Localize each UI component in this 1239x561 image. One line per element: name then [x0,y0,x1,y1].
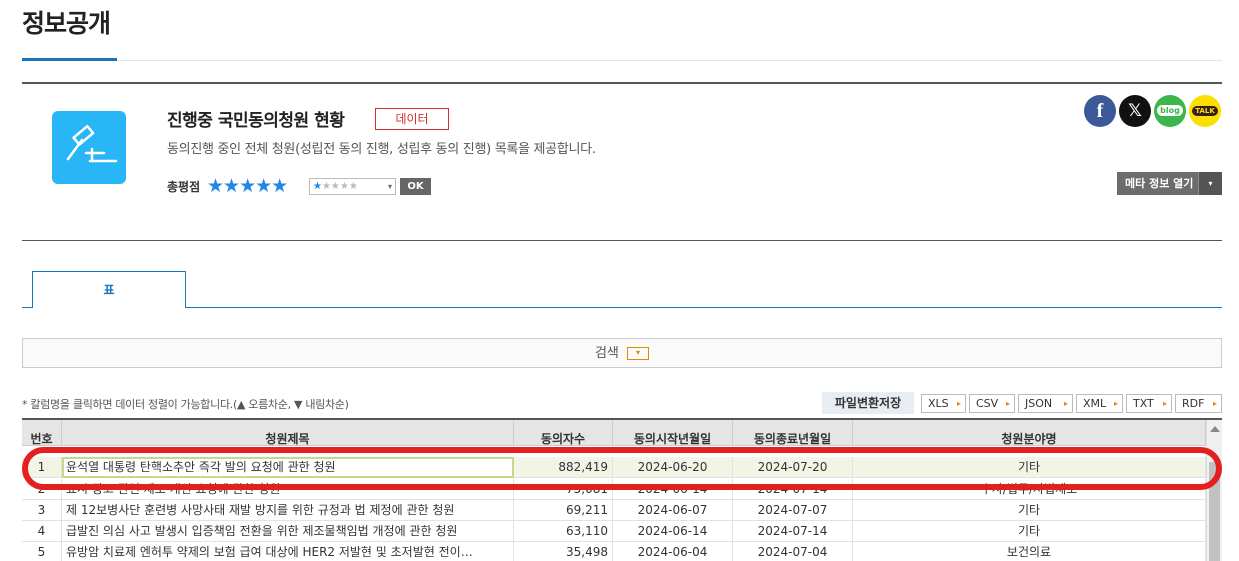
cell-field: 기타 [853,521,1206,542]
column-header-number[interactable]: 번호 [22,420,62,446]
cell-title[interactable]: 윤석열 대통령 탄핵소추안 즉각 발의 요청에 관한 청원 [62,457,514,478]
cell-number: 5 [22,542,62,561]
tab-table[interactable]: 표 [32,271,186,308]
format-button-xls[interactable]: XLS ▸ [921,394,966,413]
cell-end-date: 2024-07-04 [733,542,853,561]
page-title: 정보공개 [22,9,111,38]
facebook-share-button[interactable]: f [1084,95,1116,127]
cell-start-date: 2024-06-14 [613,479,733,500]
format-label: XML [1083,397,1107,410]
rating-stars: ★★★★★ [207,175,288,197]
data-badge: 데이터 [375,108,449,130]
cell-number: 3 [22,500,62,521]
cell-number: 2 [22,479,62,500]
title-divider [117,60,1222,61]
search-toggle-bar[interactable]: 검색 ▾ [22,338,1222,368]
format-button-xml[interactable]: XML ▸ [1076,394,1123,413]
format-button-csv[interactable]: CSV ▸ [969,394,1015,413]
cell-start-date: 2024-06-14 [613,521,733,542]
x-icon: 𝕏 [1128,101,1142,121]
rating-select[interactable]: ★★★★★ ▾ [309,178,396,195]
format-label: JSON [1025,397,1053,410]
cell-field: 수사/법무/사법제도 [853,479,1206,500]
arrow-right-icon: ▸ [1113,399,1118,408]
blog-share-button[interactable]: blog [1154,95,1186,127]
cell-end-date: 2024-07-14 [733,479,853,500]
cell-start-date: 2024-06-04 [613,542,733,561]
card-bottom-border [22,240,1222,241]
dataset-description: 동의진행 중인 전체 청원(성립전 동의 진행, 성립후 동의 진행) 목록을 … [167,142,596,157]
x-share-button[interactable]: 𝕏 [1119,95,1151,127]
cell-end-date: 2024-07-14 [733,521,853,542]
format-label: CSV [976,397,999,410]
file-convert-label: 파일변환저장 [822,392,914,414]
cell-field: 보건의료 [853,542,1206,561]
table-row[interactable]: 2 표시·광고 관련 제도 개선 요청에 관한 청원 75,081 2024-0… [22,479,1206,500]
tab-divider [22,307,1222,308]
cell-count: 63,110 [514,521,613,542]
scroll-up-arrow-icon[interactable] [1210,426,1220,432]
sort-hint: * 칼럼명을 클릭하면 데이터 정렬이 가능합니다.(▲ 오름차순, ▼ 내림차… [22,398,349,411]
meta-info-button[interactable]: 메타 정보 열기 ▾ [1117,172,1222,195]
cell-number: 4 [22,521,62,542]
table-row[interactable]: 1 윤석열 대통령 탄핵소추안 즉각 발의 요청에 관한 청원 882,419 … [22,457,1206,478]
column-header-title[interactable]: 청원제목 [62,420,514,446]
chevron-down-icon[interactable]: ▾ [1198,172,1222,195]
cell-title[interactable]: 표시·광고 관련 제도 개선 요청에 관한 청원 [62,479,514,500]
cell-count: 75,081 [514,479,613,500]
meta-info-label: 메타 정보 열기 [1125,177,1194,190]
cell-title[interactable]: 급발진 의심 사고 발생시 입증책임 전환을 위한 제조물책임법 개정에 관한 … [62,521,514,542]
column-header-start-date[interactable]: 동의시작년월일 [613,420,733,446]
data-grid: 번호 청원제목 동의자수 동의시작년월일 동의종료년월일 청원분야명 1 윤석열… [22,418,1222,561]
column-header-end-date[interactable]: 동의종료년월일 [733,420,853,446]
chevron-down-icon: ▾ [387,182,392,191]
arrow-right-icon: ▸ [1063,399,1068,408]
gavel-icon [66,124,118,163]
cell-count: 882,419 [514,457,613,478]
facebook-icon: f [1096,100,1104,122]
cell-count: 35,498 [514,542,613,561]
rating-ok-button[interactable]: OK [400,178,431,195]
format-label: RDF [1182,397,1205,410]
format-label: XLS [928,397,949,410]
column-header-count[interactable]: 동의자수 [514,420,613,446]
cell-end-date: 2024-07-07 [733,500,853,521]
kakaotalk-share-button[interactable]: TALK [1189,95,1221,127]
column-header-field[interactable]: 청원분야명 [853,420,1206,446]
cell-count: 69,211 [514,500,613,521]
cell-start-date: 2024-06-20 [613,457,733,478]
table-row[interactable]: 5 유방암 치료제 엔허투 약제의 보험 급여 대상에 HER2 저발현 및 초… [22,542,1206,561]
search-label: 검색 [594,346,619,361]
cell-number: 1 [22,457,62,478]
rating-label: 총평점 [167,180,201,194]
blog-icon: blog [1157,105,1183,116]
grid-header: 번호 청원제목 동의자수 동의시작년월일 동의종료년월일 청원분야명 [22,420,1206,446]
cell-title[interactable]: 제 12보병사단 훈련병 사망사태 재발 방지를 위한 규정과 법 제정에 관한… [62,500,514,521]
cell-field: 기타 [853,500,1206,521]
cell-end-date: 2024-07-20 [733,457,853,478]
dataset-title: 진행중 국민동의청원 현황 [167,111,345,131]
cell-title[interactable]: 유방암 치료제 엔허투 약제의 보험 급여 대상에 HER2 저발현 및 초저발… [62,542,514,561]
format-button-rdf[interactable]: RDF ▸ [1175,394,1222,413]
chevron-down-icon[interactable]: ▾ [627,347,650,360]
dataset-logo [52,111,126,184]
format-button-txt[interactable]: TXT ▸ [1126,394,1172,413]
vertical-scrollbar[interactable] [1206,420,1222,561]
card-top-border [22,82,1222,84]
arrow-right-icon: ▸ [1005,399,1010,408]
rating-select-filled-star: ★ [313,181,322,192]
kakaotalk-icon: TALK [1192,106,1218,116]
table-row[interactable]: 3 제 12보병사단 훈련병 사망사태 재발 방지를 위한 규정과 법 제정에 … [22,500,1206,521]
title-underline [22,58,117,61]
table-row[interactable]: 4 급발진 의심 사고 발생시 입증책임 전환을 위한 제조물책임법 개정에 관… [22,521,1206,542]
rating-select-empty-stars: ★★★★ [321,181,358,192]
arrow-right-icon: ▸ [1162,399,1167,408]
cell-start-date: 2024-06-07 [613,500,733,521]
scrollbar-thumb[interactable] [1209,462,1220,561]
arrow-right-icon: ▸ [956,399,961,408]
format-button-json[interactable]: JSON ▸ [1018,394,1073,413]
arrow-right-icon: ▸ [1212,399,1217,408]
format-label: TXT [1133,397,1154,410]
cell-field: 기타 [853,457,1206,478]
